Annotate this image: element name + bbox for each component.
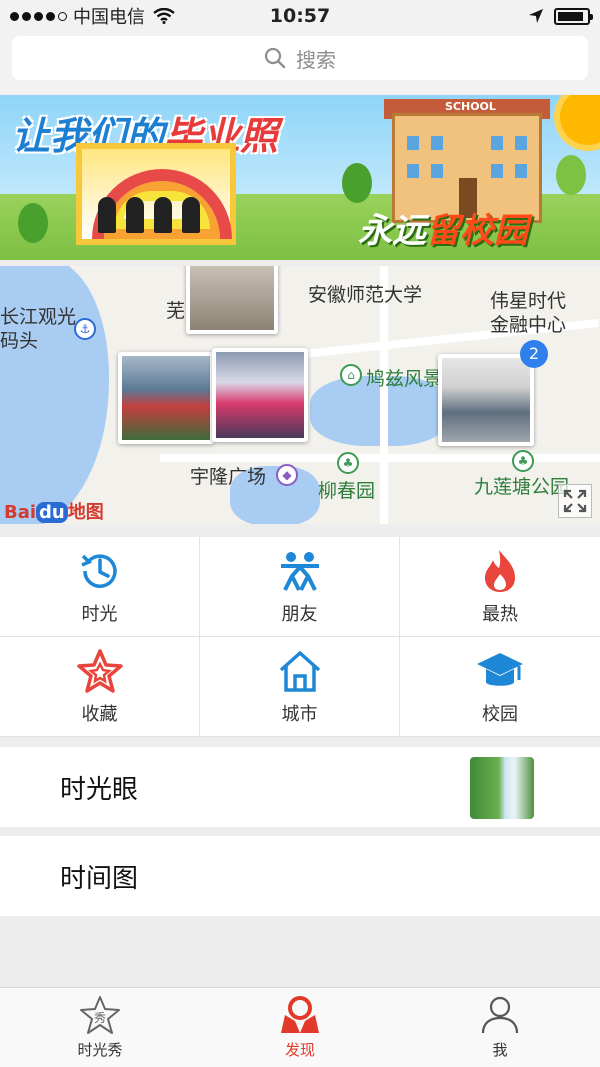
expand-icon (563, 489, 587, 513)
map-photo-marker[interactable] (212, 348, 308, 442)
photo-count-badge[interactable]: 2 (520, 340, 548, 368)
map-label: 宇隆广场 (190, 466, 267, 488)
category-grid: 时光 朋友 最热 收藏 城市 校园 (0, 537, 600, 737)
graduation-cap-icon (477, 652, 523, 686)
park-poi-icon[interactable]: ♣ (512, 450, 534, 472)
grid-item-time[interactable]: 时光 (0, 537, 200, 637)
time-eye-row[interactable]: 时光眼 (0, 747, 600, 827)
location-arrow-icon (529, 9, 543, 23)
tree-illustration (342, 163, 372, 203)
battery-icon (554, 7, 593, 25)
map-label: 芜 (166, 300, 186, 322)
grid-item-label: 收藏 (81, 703, 118, 725)
search-bar-container: 搜索 (0, 32, 600, 94)
grid-item-favorites[interactable]: 收藏 (0, 637, 200, 737)
grid-item-friends[interactable]: 朋友 (200, 537, 400, 637)
park-poi-icon[interactable]: ♣ (337, 452, 359, 474)
svg-text:秀: 秀 (94, 1011, 106, 1025)
status-bar: 中国电信 10:57 (0, 0, 600, 32)
tab-label: 我 (492, 1041, 508, 1059)
tab-label: 时光秀 (77, 1041, 123, 1059)
carrier-name: 中国电信 (73, 7, 145, 28)
discover-icon (281, 996, 319, 1033)
grid-item-label: 朋友 (281, 603, 318, 625)
search-input[interactable]: 搜索 (12, 36, 588, 80)
map-photo-marker[interactable] (186, 266, 278, 334)
map-photo-marker[interactable] (438, 354, 534, 446)
pier-poi-icon[interactable]: ⚓ (74, 318, 96, 340)
home-icon (279, 650, 320, 692)
friends-icon (280, 551, 319, 591)
map-label: 金融中心 (490, 314, 567, 336)
grid-item-city[interactable]: 城市 (200, 637, 400, 737)
clock-icon (80, 553, 117, 588)
search-icon (264, 47, 286, 69)
map-label: 鸠兹风景 (366, 368, 443, 390)
baidu-map-logo: Bai du 地图 (4, 502, 104, 523)
signal-strength-icon (10, 11, 67, 21)
tree-illustration (556, 155, 586, 195)
map-road (160, 454, 600, 462)
row-title: 时间图 (60, 863, 139, 894)
map-label: 九莲塘公园 (474, 476, 570, 498)
map-expand-button[interactable] (558, 484, 592, 518)
banner-slogan: 永远留校园 (358, 211, 528, 251)
school-sign: SCHOOL (445, 100, 496, 113)
map-photo-marker[interactable] (118, 352, 214, 444)
star-show-icon: 秀 (80, 996, 120, 1034)
map-label: 柳春园 (318, 480, 376, 502)
photo-map[interactable]: 长江观光 码头 芜 安徽师范大学 伟星时代 金融中心 鸠兹风景 宇隆广场 柳春园… (0, 266, 600, 524)
user-icon (481, 996, 519, 1034)
shopping-poi-icon[interactable]: ◆ (276, 464, 298, 486)
tab-time-show[interactable]: 秀 时光秀 (0, 988, 200, 1067)
grid-item-label: 校园 (482, 703, 518, 725)
grid-item-label: 城市 (281, 703, 318, 725)
search-placeholder: 搜索 (296, 47, 336, 72)
wifi-icon (153, 8, 175, 24)
tab-label: 发现 (284, 1041, 315, 1059)
bottom-tab-bar: 秀 时光秀 发现 我 (0, 987, 600, 1067)
grid-item-hot[interactable]: 最热 (400, 537, 600, 637)
row-title: 时光眼 (60, 774, 139, 805)
tab-discover[interactable]: 发现 (200, 988, 400, 1067)
park-poi-icon[interactable]: ⌂ (340, 364, 362, 386)
tree-illustration (18, 203, 48, 243)
star-icon (76, 648, 123, 693)
promo-banner[interactable]: 让我们的毕业照 SCHOOL 永远留校园 (0, 95, 600, 260)
time-map-row[interactable]: 时间图 (0, 836, 600, 916)
map-label: 安徽师范大学 (308, 284, 423, 306)
grid-item-label: 时光 (81, 603, 118, 625)
map-label: 伟星时代 (490, 290, 567, 312)
grid-item-campus[interactable]: 校园 (400, 637, 600, 737)
waterfall-thumbnail (470, 757, 534, 819)
tab-me[interactable]: 我 (400, 988, 600, 1067)
grid-item-label: 最热 (482, 603, 518, 625)
map-label: 长江观光 (0, 306, 77, 328)
sun-illustration (560, 95, 600, 145)
flame-icon (485, 549, 515, 592)
map-label: 码头 (0, 330, 39, 352)
graduation-photo-illustration (76, 143, 236, 245)
